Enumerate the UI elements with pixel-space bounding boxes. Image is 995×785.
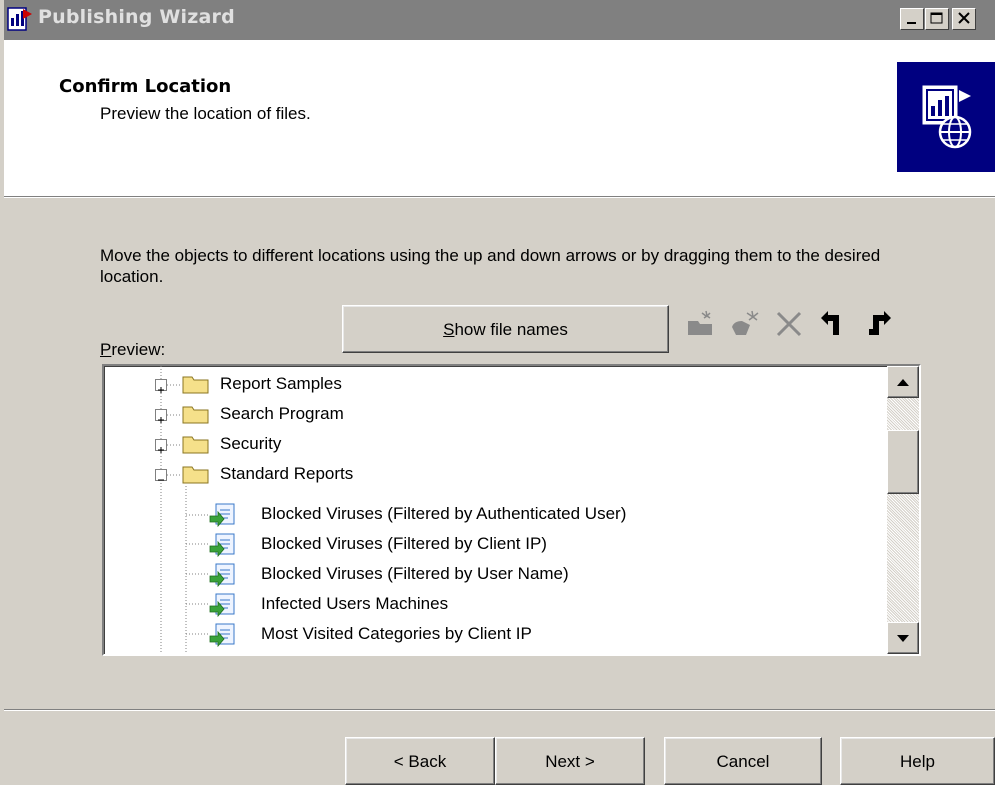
- tree-item-label: Blocked Viruses (Filtered by Authenticat…: [261, 504, 627, 523]
- tree-item-label: Blocked Viruses (Filtered by User Name): [261, 564, 569, 583]
- scroll-down-button[interactable]: [887, 622, 919, 654]
- tree-item-label: Blocked Viruses (Filtered by Client IP): [261, 534, 547, 553]
- tree-item-report[interactable]: Blocked Viruses (Filtered by Client IP): [104, 530, 884, 560]
- folder-icon: [182, 466, 209, 484]
- tree-item-label: Report Samples: [220, 374, 342, 393]
- expand-icon[interactable]: [155, 409, 167, 423]
- tree-item-standard-reports[interactable]: Standard Reports: [104, 460, 884, 490]
- wizard-header: Confirm Location Preview the location of…: [4, 40, 995, 196]
- tree-item-label: Infected Users Machines: [261, 594, 449, 613]
- help-button[interactable]: Help: [840, 737, 995, 785]
- back-button[interactable]: < Back: [345, 737, 495, 785]
- instruction-text: Move the objects to different locations …: [100, 246, 881, 286]
- publishing-wizard-icon: [7, 7, 32, 31]
- expand-icon[interactable]: [155, 439, 167, 453]
- close-icon: [958, 12, 970, 24]
- report-icon: [209, 563, 235, 588]
- cancel-button[interactable]: Cancel: [664, 737, 822, 785]
- preview-label-access-key: P: [100, 340, 112, 359]
- close-button[interactable]: [952, 8, 976, 30]
- tree-item-label: Most Visited Categories by Client IP: [261, 624, 532, 643]
- tree-item-security[interactable]: Security: [104, 430, 884, 460]
- delete-icon[interactable]: [772, 307, 806, 341]
- minimize-button[interactable]: [900, 8, 924, 30]
- move-down-icon[interactable]: [862, 307, 896, 341]
- tree-item-report-samples[interactable]: Report Samples: [104, 370, 884, 400]
- move-up-icon[interactable]: [818, 307, 852, 341]
- arrow-down-icon: [897, 635, 909, 642]
- scroll-thumb[interactable]: [887, 430, 919, 494]
- show-file-names-access-key: S: [443, 320, 455, 339]
- tree-item-search-program[interactable]: Search Program: [104, 400, 884, 430]
- report-icon: [209, 503, 235, 528]
- publishing-wizard-window: Publishing Wizard Confirm Location Previ…: [0, 0, 995, 785]
- folder-icon: [182, 376, 209, 394]
- tree-item-label: Security: [220, 434, 282, 453]
- expand-icon[interactable]: [155, 379, 167, 393]
- scroll-up-button[interactable]: [887, 366, 919, 398]
- report-icon: [209, 533, 235, 558]
- preview-tree[interactable]: Report Samples Search Program Security S…: [102, 364, 921, 656]
- collapse-icon[interactable]: [155, 469, 167, 481]
- preview-label: Preview:: [100, 340, 165, 360]
- show-file-names-button[interactable]: Show file names: [342, 305, 669, 353]
- window-title: Publishing Wizard: [38, 6, 235, 28]
- report-icon: [209, 623, 235, 648]
- page-subtitle: Preview the location of files.: [100, 104, 311, 123]
- new-item-icon[interactable]: [728, 307, 762, 341]
- minimize-icon: [907, 22, 916, 24]
- tree-item-report[interactable]: Blocked Viruses (Filtered by User Name): [104, 560, 884, 590]
- show-file-names-rest: how file names: [454, 320, 568, 339]
- tree-item-label: Standard Reports: [220, 464, 354, 483]
- tree-scrollbar[interactable]: [887, 366, 919, 654]
- title-bar[interactable]: Publishing Wizard: [4, 0, 995, 40]
- maximize-button[interactable]: [925, 8, 949, 30]
- new-folder-icon[interactable]: [684, 307, 718, 341]
- preview-label-rest: review:: [111, 340, 166, 359]
- tree-item-report[interactable]: Blocked Viruses (Filtered by Authenticat…: [104, 500, 884, 530]
- header-graphic: [897, 62, 995, 172]
- folder-icon: [182, 406, 209, 424]
- next-button[interactable]: Next >: [495, 737, 645, 785]
- report-icon: [209, 593, 235, 618]
- report-globe-icon: [922, 85, 972, 149]
- tree-item-report[interactable]: Infected Users Machines: [104, 590, 884, 620]
- tree-item-report[interactable]: Most Visited Categories by Client IP: [104, 620, 884, 650]
- arrow-up-icon: [897, 379, 909, 386]
- tree-item-label: Search Program: [220, 404, 344, 423]
- folder-icon: [182, 436, 209, 454]
- maximize-icon: [930, 12, 943, 24]
- page-title: Confirm Location: [59, 76, 232, 97]
